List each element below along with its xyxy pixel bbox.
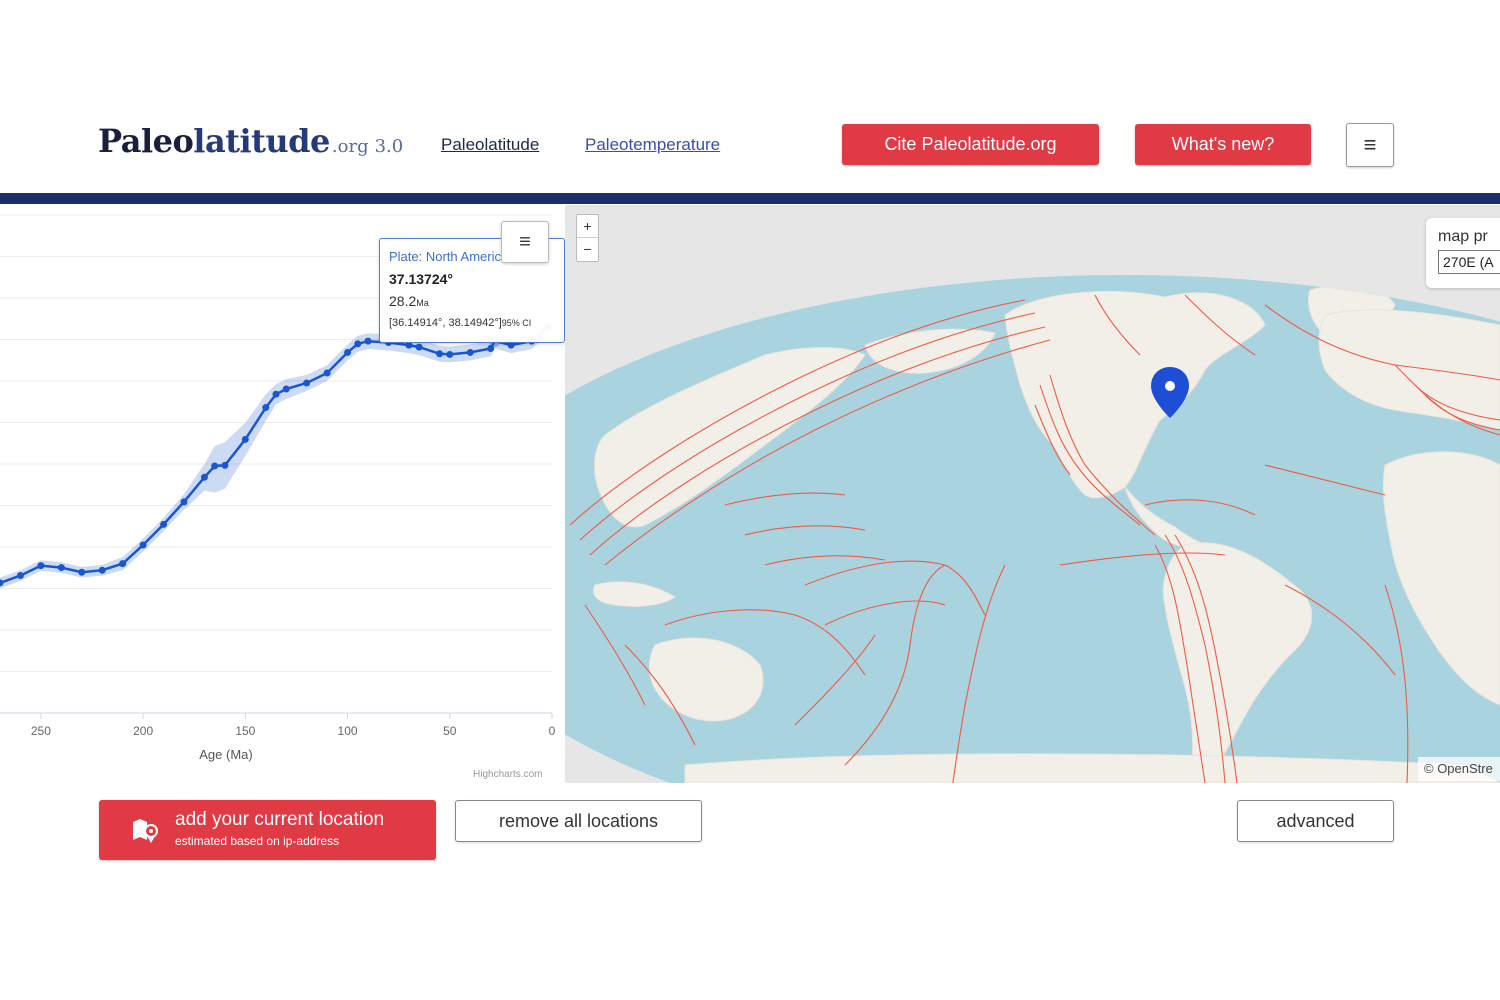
data-point — [57, 564, 65, 572]
map-location-icon — [133, 819, 158, 843]
series-line — [0, 326, 549, 585]
data-point — [211, 462, 219, 470]
data-point — [446, 350, 454, 358]
zoom-out-button[interactable]: − — [577, 238, 598, 260]
data-point — [354, 340, 362, 348]
projection-panel: map pr 270E (A — [1426, 218, 1500, 288]
chart-menu-button[interactable]: ≡ — [501, 221, 549, 263]
logo-tld: .org — [331, 136, 369, 157]
x-tick-label: 50 — [443, 724, 457, 738]
logo-text-latitude: latitude — [193, 122, 330, 160]
zoom-in-button[interactable]: + — [577, 215, 598, 238]
data-point — [323, 369, 331, 377]
x-tick-label: 0 — [549, 724, 556, 738]
data-point — [180, 498, 188, 506]
main-menu-button[interactable]: ≡ — [1346, 123, 1394, 167]
data-point — [415, 343, 423, 351]
projection-select[interactable]: 270E (A — [1438, 250, 1500, 274]
map-canvas[interactable] — [565, 205, 1500, 783]
nav-link-paleolatitude[interactable]: Paleolatitude — [441, 135, 539, 155]
hamburger-icon: ≡ — [1363, 132, 1377, 157]
header-divider — [0, 193, 1500, 204]
x-tick-label: 200 — [133, 724, 153, 738]
data-point — [119, 560, 127, 568]
logo-version: 3.0 — [374, 136, 404, 157]
whats-new-button[interactable]: What's new? — [1135, 124, 1311, 165]
data-point — [78, 568, 86, 576]
tooltip-paleolatitude: 37.13724° — [389, 271, 453, 287]
add-location-sublabel: estimated based on ip-address — [175, 834, 340, 848]
data-point — [344, 348, 352, 356]
data-point — [282, 385, 290, 393]
data-point — [37, 562, 45, 570]
data-point — [16, 572, 24, 580]
data-point — [200, 473, 208, 481]
tooltip-age: 28.2Ma — [389, 293, 429, 309]
map-zoom-control: + − — [576, 214, 599, 262]
cite-button[interactable]: Cite Paleolatitude.org — [842, 124, 1099, 165]
paleo-map[interactable] — [565, 205, 1500, 783]
data-point — [160, 520, 168, 528]
x-tick-label: 100 — [338, 724, 358, 738]
data-point — [241, 435, 249, 443]
x-tick-label: 250 — [31, 724, 51, 738]
data-point — [303, 379, 311, 387]
x-tick-label: 150 — [235, 724, 255, 738]
add-current-location-button[interactable]: add your current location estimated base… — [99, 800, 436, 860]
remove-all-locations-button[interactable]: remove all locations — [455, 800, 702, 842]
confidence-band — [0, 319, 548, 589]
x-axis-title: Age (Ma) — [199, 747, 252, 762]
nav-link-paleotemperature[interactable]: Paleotemperature — [585, 135, 720, 155]
data-point — [364, 337, 372, 345]
data-point — [272, 390, 280, 398]
tooltip-plate: Plate: North America — [389, 249, 509, 264]
chart-credit[interactable]: Highcharts.com — [473, 769, 542, 780]
data-point — [221, 461, 229, 469]
data-point — [262, 404, 270, 412]
data-point — [139, 541, 147, 549]
tooltip-confidence-interval: [36.14914°, 38.14942°]95% CI — [389, 317, 532, 329]
logo-text-paleo: Paleo — [98, 122, 194, 160]
hamburger-icon: ≡ — [519, 230, 531, 253]
site-logo[interactable]: Paleo latitude .org 3.0 — [98, 122, 403, 160]
map-attribution[interactable]: © OpenStre — [1418, 757, 1500, 781]
data-point — [98, 566, 106, 574]
data-point — [466, 348, 474, 356]
advanced-button[interactable]: advanced — [1237, 800, 1394, 842]
projection-label: map pr — [1438, 228, 1488, 245]
add-location-label: add your current location — [175, 809, 385, 830]
data-point — [436, 350, 444, 358]
